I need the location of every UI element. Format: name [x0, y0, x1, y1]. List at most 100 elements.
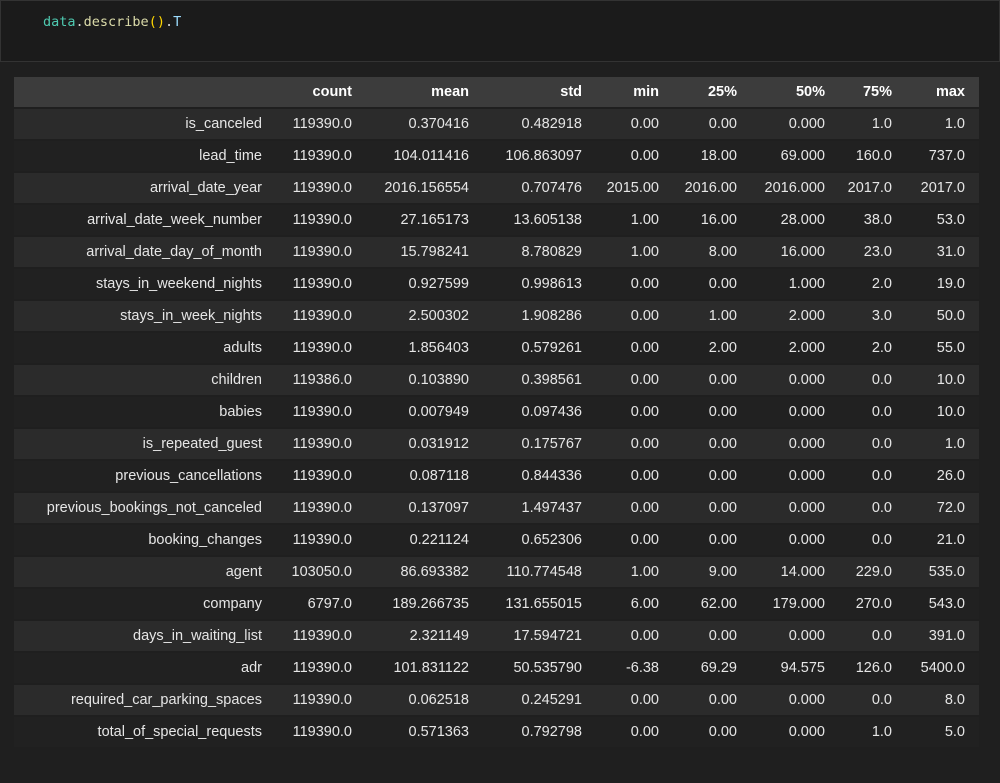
index-column-header: [14, 77, 276, 107]
cell-value: 8.0: [944, 692, 965, 708]
cell-value: 0.097436: [521, 404, 582, 420]
row-label: total_of_special_requests: [97, 724, 262, 740]
row-label: arrival_date_year: [149, 180, 262, 196]
cell-value: 1.497437: [521, 500, 582, 516]
cell-value: 131.655015: [505, 596, 582, 612]
cell-value: 0.000: [788, 116, 825, 132]
cell-value: 0.927599: [408, 276, 469, 292]
cell-value: 0.00: [708, 724, 737, 740]
column-header: min: [596, 77, 673, 107]
cell-value: 535.0: [928, 564, 965, 580]
row-label: agent: [225, 564, 262, 580]
cell-value: 0.00: [630, 468, 659, 484]
cell-value: 1.000: [788, 276, 825, 292]
cell-value: 0.370416: [408, 116, 469, 132]
cell-value: 0.571363: [408, 724, 469, 740]
table-row: previous_cancellations 119390.0 0.087118 0.…: [14, 461, 979, 491]
column-header: 25%: [673, 77, 751, 107]
cell-value: 26.0: [936, 468, 965, 484]
cell-value: 17.594721: [513, 628, 582, 644]
cell-value: 38.0: [863, 212, 892, 228]
cell-value: 0.0: [871, 532, 892, 548]
table-header-row: count mean std min 25% 50% 75% max: [14, 77, 979, 107]
cell-value: 119390.0: [292, 724, 352, 740]
table-row: arrival_date_day_of_month 119390.0 15.7982…: [14, 237, 979, 267]
cell-value: 0.00: [630, 372, 659, 388]
cell-value: 19.0: [936, 276, 965, 292]
cell-value: 3.0: [871, 308, 892, 324]
code-line[interactable]: data.describe().T: [43, 13, 999, 32]
cell-value: 0.00: [708, 436, 737, 452]
cell-value: 270.0: [855, 596, 892, 612]
table-row: previous_bookings_not_canceled 119390.0 0.…: [14, 493, 979, 523]
cell-value: 119390.0: [292, 308, 352, 324]
cell-value: 21.0: [936, 532, 965, 548]
cell-value: 391.0: [928, 628, 965, 644]
table-row: lead_time 119390.0 104.011416 106.863097 0.0…: [14, 141, 979, 171]
cell-value: 1.00: [630, 212, 659, 228]
cell-value: 119390.0: [292, 116, 352, 132]
cell-value: 0.00: [630, 148, 659, 164]
cell-value: 119390.0: [292, 244, 352, 260]
row-label: lead_time: [199, 148, 262, 164]
cell-value: 50.535790: [513, 660, 582, 676]
code-cell[interactable]: data.describe().T: [0, 0, 1000, 62]
cell-value: 0.844336: [521, 468, 582, 484]
column-header: 50%: [751, 77, 839, 107]
cell-value: 0.175767: [521, 436, 582, 452]
row-label: children: [211, 372, 262, 388]
row-label: arrival_date_day_of_month: [86, 244, 262, 260]
cell-value: 0.087118: [409, 468, 469, 484]
cell-value: 1.00: [630, 564, 659, 580]
cell-value: 543.0: [928, 596, 965, 612]
cell-value: 119390.0: [292, 404, 352, 420]
table-row: arrival_date_year 119390.0 2016.156554 0.70…: [14, 173, 979, 203]
row-label: stays_in_week_nights: [120, 308, 262, 324]
cell-value: 0.031912: [408, 436, 469, 452]
cell-value: 9.00: [708, 564, 737, 580]
table-row: booking_changes 119390.0 0.221124 0.652306 0…: [14, 525, 979, 555]
cell-value: 1.856403: [408, 340, 469, 356]
row-label: adr: [241, 660, 262, 676]
cell-value: 0.00: [630, 532, 659, 548]
cell-value: 2.000: [788, 308, 825, 324]
row-label: company: [203, 596, 262, 612]
cell-value: 0.221124: [409, 532, 469, 548]
table-row: stays_in_weekend_nights 119390.0 0.927599 0…: [14, 269, 979, 299]
cell-value: 0.000: [788, 724, 825, 740]
cell-value: 0.652306: [521, 532, 582, 548]
cell-value: 119390.0: [292, 660, 352, 676]
cell-value: 0.398561: [521, 372, 582, 388]
table-row: is_canceled 119390.0 0.370416 0.482918 0.00 0…: [14, 109, 979, 139]
cell-value: 106.863097: [505, 148, 582, 164]
cell-value: 2016.156554: [384, 180, 469, 196]
cell-value: 737.0: [928, 148, 965, 164]
cell-value: 0.0: [871, 436, 892, 452]
code-token: data: [43, 14, 76, 30]
table-row: arrival_date_week_number 119390.0 27.16517…: [14, 205, 979, 235]
code-token: .: [75, 14, 84, 30]
row-label: arrival_date_week_number: [87, 212, 262, 228]
row-label: is_canceled: [185, 116, 262, 132]
cell-value: 119390.0: [292, 340, 352, 356]
row-label: babies: [219, 404, 262, 420]
cell-value: 0.707476: [521, 180, 582, 196]
table-row: adr 119390.0 101.831122 50.535790 -6.38 69.29…: [14, 653, 979, 683]
cell-value: 119390.0: [292, 148, 352, 164]
table-row: required_car_parking_spaces 119390.0 0.062…: [14, 685, 979, 715]
table-row: children 119386.0 0.103890 0.398561 0.00 0.00…: [14, 365, 979, 395]
row-label: previous_bookings_not_canceled: [46, 500, 262, 516]
cell-value: 189.266735: [392, 596, 469, 612]
cell-value: 104.011416: [393, 148, 469, 164]
cell-value: 0.00: [708, 372, 737, 388]
cell-value: 229.0: [855, 564, 892, 580]
cell-value: 2017.0: [920, 180, 965, 196]
cell-value: 0.00: [708, 404, 737, 420]
cell-value: 0.579261: [521, 340, 582, 356]
cell-value: 126.0: [855, 660, 892, 676]
row-label: adults: [223, 340, 262, 356]
cell-value: 94.575: [780, 660, 825, 676]
cell-value: 0.245291: [521, 692, 582, 708]
cell-value: 119390.0: [292, 532, 352, 548]
cell-value: 119390.0: [292, 436, 352, 452]
